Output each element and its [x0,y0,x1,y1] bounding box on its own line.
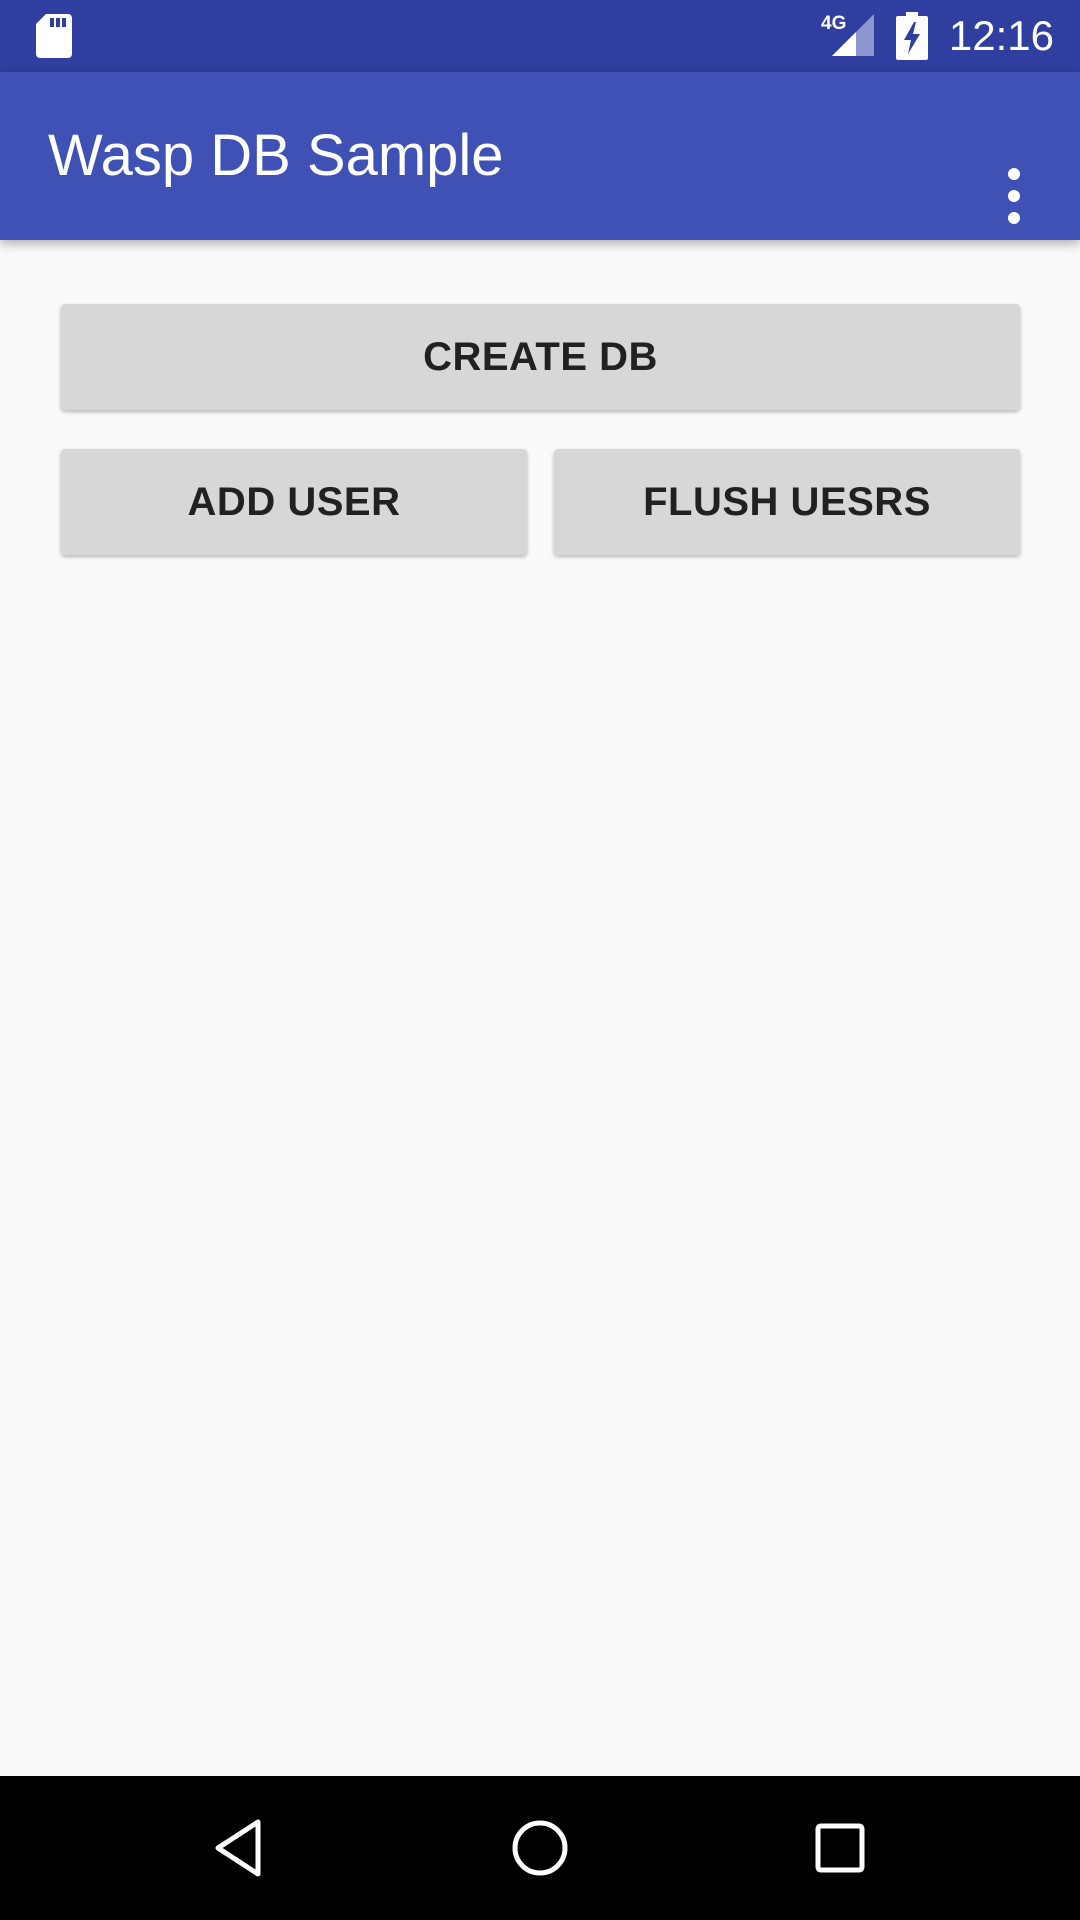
network-type-label: 4G [821,13,846,34]
battery-charging-icon [896,12,928,60]
main-content: CREATE DB ADD USER FLUSH UESRS [0,240,1080,1776]
flush-users-button[interactable]: FLUSH UESRS [554,449,1020,555]
status-clock: 12:16 [948,12,1054,59]
create-db-button[interactable]: CREATE DB [61,304,1020,410]
sd-card-icon [36,14,72,58]
status-bar: 4G 12:16 [0,0,1080,72]
recents-icon[interactable] [804,1812,876,1884]
navigation-bar [0,1776,1080,1920]
app-title: Wasp DB Sample [48,123,504,188]
app-bar: Wasp DB Sample [0,72,1080,240]
signal-icon: 4G [821,13,874,56]
more-vert-icon[interactable] [990,164,1038,228]
home-icon[interactable] [504,1812,576,1884]
add-user-button[interactable]: ADD USER [61,449,527,555]
back-icon[interactable] [204,1812,276,1884]
